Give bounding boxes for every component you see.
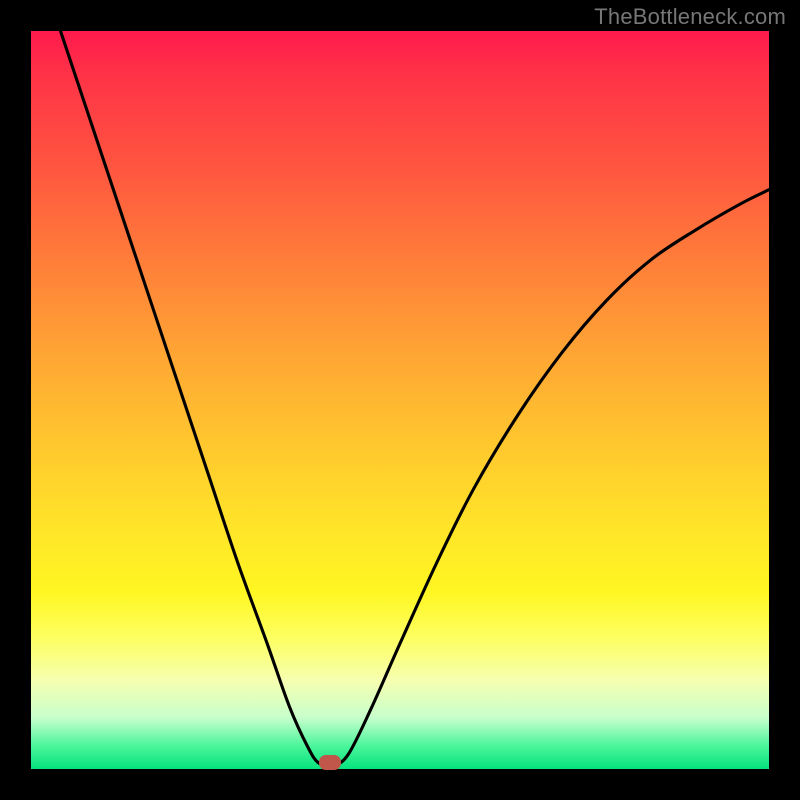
chart-minimum-marker xyxy=(319,755,341,770)
chart-plot-area xyxy=(31,31,769,769)
watermark-text: TheBottleneck.com xyxy=(594,4,786,30)
chart-curve xyxy=(31,31,769,769)
